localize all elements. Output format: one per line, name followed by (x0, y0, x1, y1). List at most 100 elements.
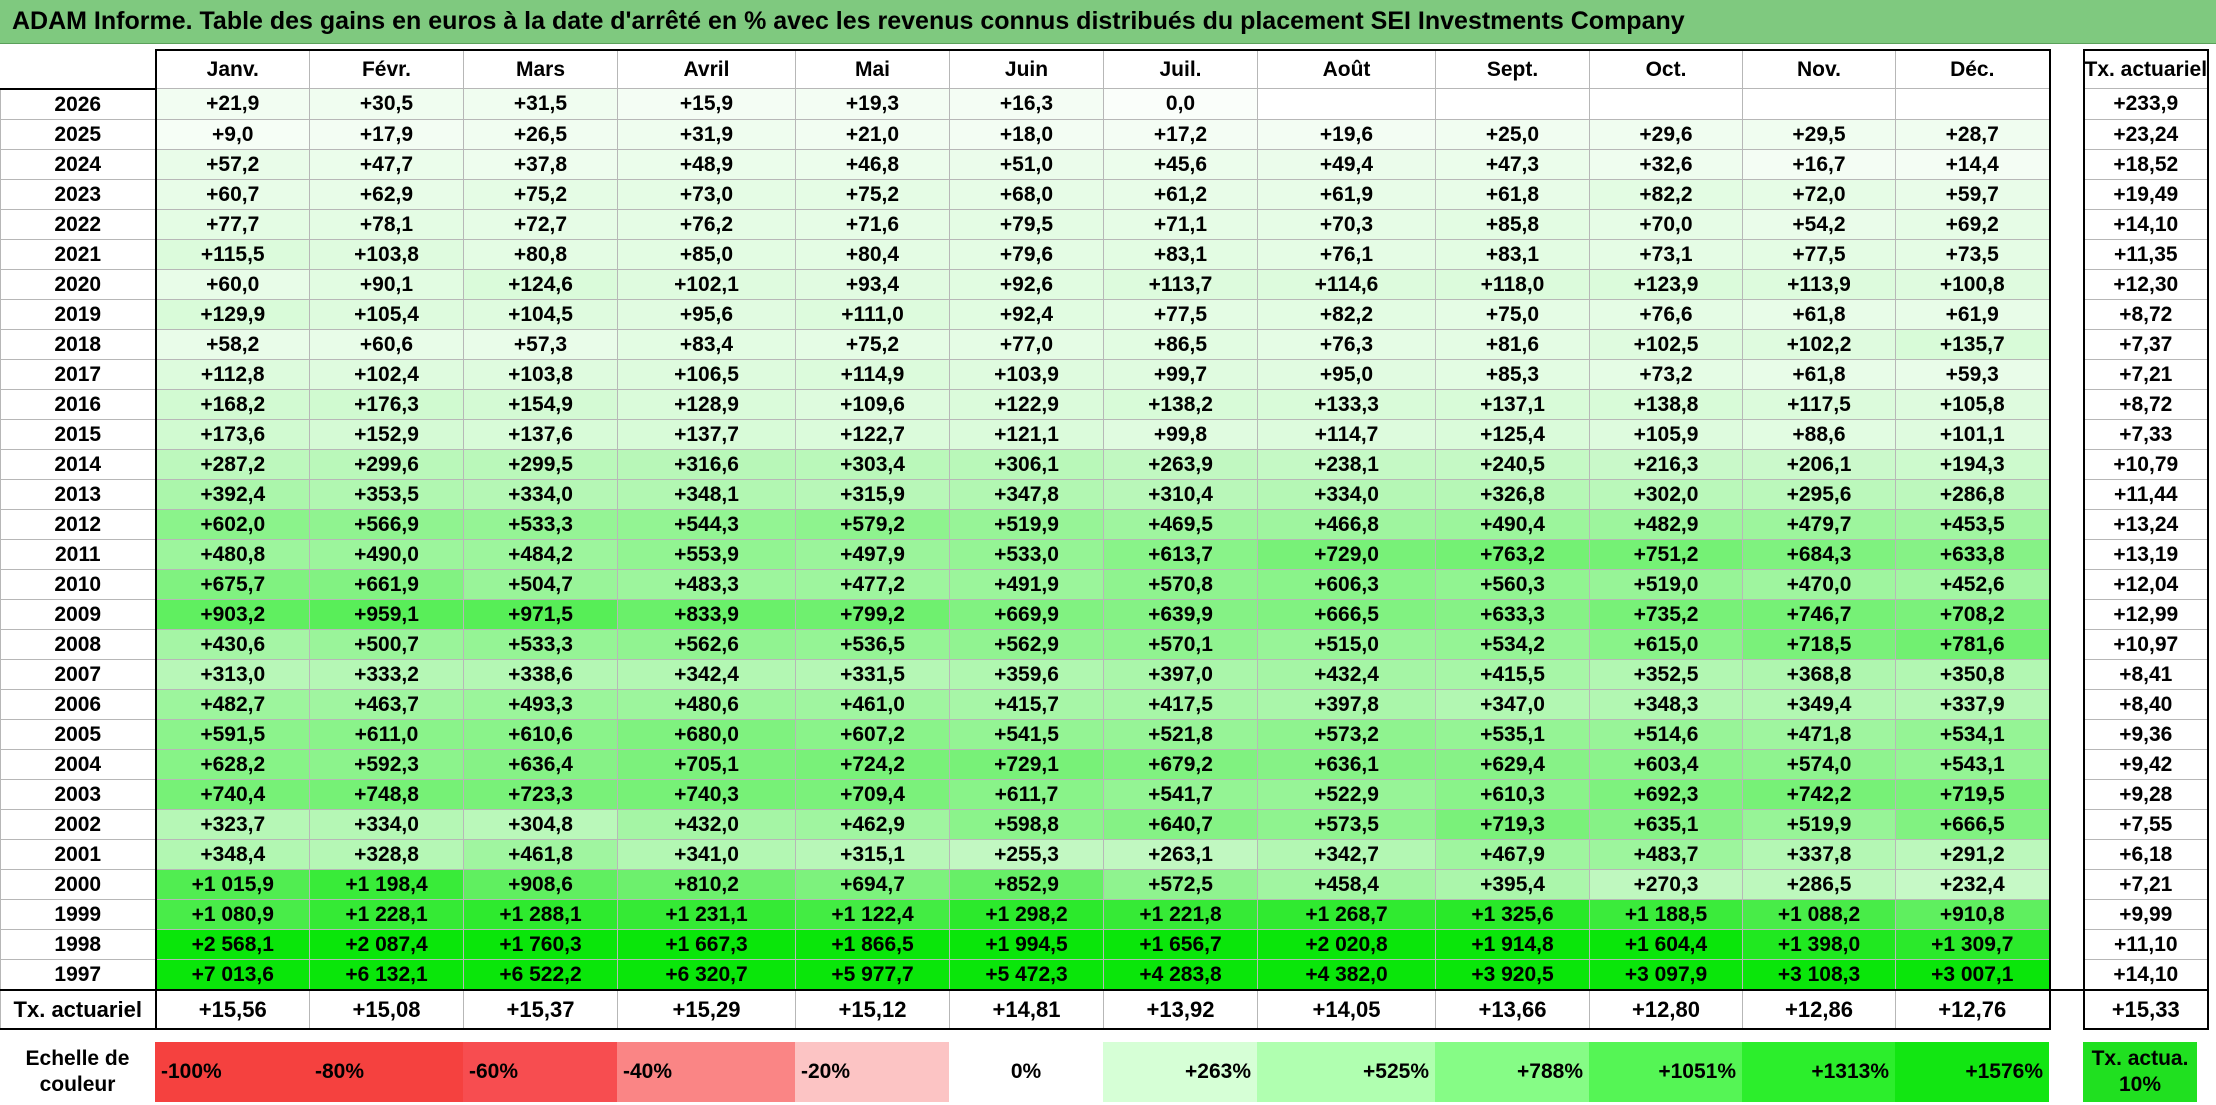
gain-cell: +95,6 (617, 298, 796, 330)
gain-cell: +85,3 (1435, 358, 1590, 390)
gain-cell: +392,4 (154, 478, 310, 510)
legend-step: -20% (795, 1042, 949, 1102)
gain-cell: +1 188,5 (1589, 898, 1743, 930)
gain-cell: +30,5 (309, 88, 464, 120)
gain-cell: +59,7 (1895, 178, 2051, 210)
gain-cell: +639,9 (1103, 598, 1258, 630)
column-gap (2049, 989, 2084, 1029)
gain-cell: +483,3 (617, 568, 796, 600)
gain-cell: +522,9 (1257, 778, 1436, 810)
gain-cell: +514,6 (1589, 718, 1743, 750)
gain-cell: +77,5 (1742, 238, 1896, 270)
table-row: 2018 +58,2 +60,6 +57,3 +83,4 +75,2 +77,0 +86,5 +… (0, 328, 2210, 360)
summary-total-rate: +15,33 (2082, 988, 2210, 1030)
year-cell: 2025 (0, 118, 156, 150)
gain-cell: +482,9 (1589, 508, 1743, 540)
gain-cell: +669,9 (949, 598, 1104, 630)
gain-cell: +579,2 (795, 508, 950, 540)
gain-cell: +337,8 (1742, 838, 1896, 870)
column-gap (2049, 629, 2084, 659)
column-gap (2049, 719, 2084, 749)
gain-cell: +152,9 (309, 418, 464, 450)
gain-cell: +636,1 (1257, 748, 1436, 780)
gain-cell: +852,9 (949, 868, 1104, 900)
gain-cell: +334,0 (1257, 478, 1436, 510)
gain-cell: +350,8 (1895, 658, 2051, 690)
gain-cell: +291,2 (1895, 838, 2051, 870)
gain-cell: +85,0 (617, 238, 796, 270)
column-gap (2049, 269, 2084, 299)
table-row: 2003 +740,4 +748,8 +723,3 +740,3 +709,4 +611,7… (0, 778, 2210, 810)
gain-cell: +740,3 (617, 778, 796, 810)
gain-cell: +348,1 (617, 478, 796, 510)
gain-cell: +602,0 (154, 508, 310, 540)
year-cell: 2016 (0, 388, 156, 420)
gain-cell: +78,1 (309, 208, 464, 240)
summary-rate-cell: +15,29 (617, 988, 796, 1030)
table-row: 2010 +675,7 +661,9 +504,7 +483,3 +477,2 +491,9… (0, 568, 2210, 600)
year-cell: 2007 (0, 658, 156, 690)
gain-cell: +83,1 (1103, 238, 1258, 270)
gain-cell: +543,1 (1895, 748, 2051, 780)
gain-cell: +75,2 (795, 178, 950, 210)
column-gap (2049, 329, 2084, 359)
gain-cell: +109,6 (795, 388, 950, 420)
column-gap (2049, 359, 2084, 389)
gain-cell: +31,9 (617, 118, 796, 150)
gain-cell: +117,5 (1742, 388, 1896, 420)
gain-cell: +338,6 (463, 658, 618, 690)
gain-cell: +60,6 (309, 328, 464, 360)
actuarial-rate-cell: +7,21 (2082, 358, 2210, 390)
year-cell: 2022 (0, 208, 156, 240)
actuarial-rate-cell: +10,79 (2082, 448, 2210, 480)
gain-cell: +490,0 (309, 538, 464, 570)
gain-cell: +82,2 (1257, 298, 1436, 330)
gain-cell: +515,0 (1257, 628, 1436, 660)
gain-cell: +415,5 (1435, 658, 1590, 690)
gain-cell: +176,3 (309, 388, 464, 420)
gain-cell: +497,9 (795, 538, 950, 570)
month-header: Févr. (309, 49, 464, 89)
gain-cell: +103,8 (309, 238, 464, 270)
gain-cell: +359,6 (949, 658, 1104, 690)
gain-cell: +75,2 (463, 178, 618, 210)
month-header: Déc. (1895, 49, 2051, 89)
gain-cell: +80,4 (795, 238, 950, 270)
gain-cell: +61,8 (1435, 178, 1590, 210)
year-cell: 2012 (0, 508, 156, 540)
gain-cell: +675,7 (154, 568, 310, 600)
summary-rate-cell: +14,81 (949, 988, 1104, 1030)
gain-cell: +2 020,8 (1257, 928, 1436, 960)
gain-cell: +103,9 (949, 358, 1104, 390)
gain-cell: +1 309,7 (1895, 928, 2051, 960)
legend-step: +788% (1435, 1042, 1589, 1102)
gain-cell: +533,3 (463, 508, 618, 540)
gain-cell: +21,9 (154, 88, 310, 120)
gain-cell: +3 108,3 (1742, 958, 1896, 991)
gain-cell: +286,8 (1895, 478, 2051, 510)
gain-cell: +54,2 (1742, 208, 1896, 240)
gain-cell: +37,8 (463, 148, 618, 180)
year-cell: 1999 (0, 898, 156, 930)
gain-cell: +742,2 (1742, 778, 1896, 810)
gain-cell: +32,6 (1589, 148, 1743, 180)
actuarial-rate-cell: +23,24 (2082, 118, 2210, 150)
gain-cell: +562,9 (949, 628, 1104, 660)
gain-cell: +740,4 (154, 778, 310, 810)
year-cell: 2019 (0, 298, 156, 330)
gain-cell: +347,0 (1435, 688, 1590, 720)
column-gap (2049, 779, 2084, 809)
gain-cell: +111,0 (795, 298, 950, 330)
year-cell: 2010 (0, 568, 156, 600)
table-row: 2019 +129,9 +105,4 +104,5 +95,6 +111,0 +92,4 +7… (0, 298, 2210, 330)
gain-cell: +73,0 (617, 178, 796, 210)
gain-cell: +452,6 (1895, 568, 2051, 600)
gain-cell: +304,8 (463, 808, 618, 840)
gain-cell: +603,4 (1589, 748, 1743, 780)
table-row: 2006 +482,7 +463,7 +493,3 +480,6 +461,0 +415,7… (0, 688, 2210, 720)
summary-rate-cell: +15,56 (154, 988, 310, 1030)
gain-cell: +971,5 (463, 598, 618, 630)
gain-cell: +93,4 (795, 268, 950, 300)
gain-cell: +82,2 (1589, 178, 1743, 210)
actuarial-rate-cell: +9,42 (2082, 748, 2210, 780)
